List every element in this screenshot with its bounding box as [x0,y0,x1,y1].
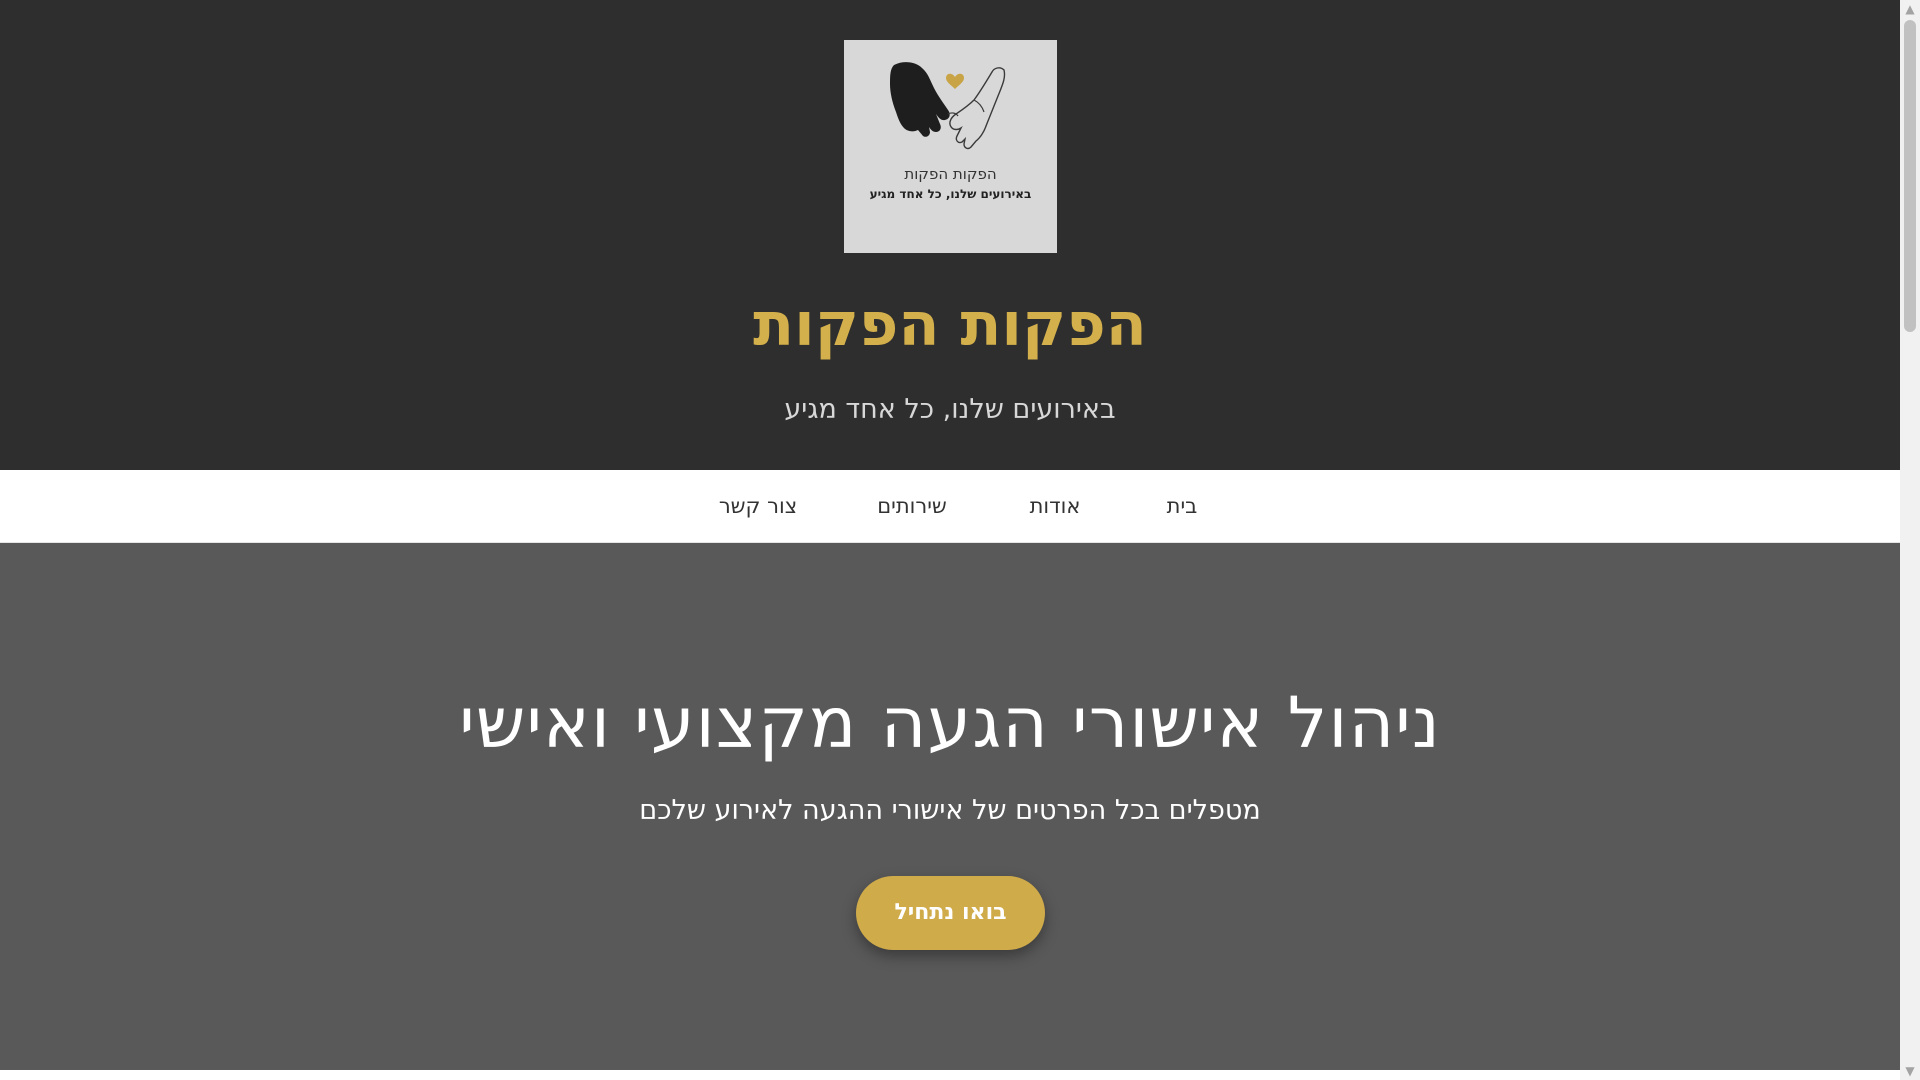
nav-item-about[interactable]: אודות [1015,470,1095,542]
nav-item-home[interactable]: בית [1150,470,1214,542]
triangle-up-icon[interactable]: ▲ [1900,0,1920,18]
hero-subtitle: מטפלים בכל הפרטים של אישורי ההגעה לאירוע… [639,795,1261,826]
holding-hands-heart-logo-icon [890,62,1006,150]
vertical-scrollbar[interactable]: ▲ ▼ [1900,0,1920,1080]
hero-title: ניהול אישורי הגעה מקצועי ואישי [459,682,1441,764]
site-title: הפקות הפקות [753,290,1147,360]
site-tagline: באירועים שלנו, כל אחד מגיע [784,394,1116,425]
nav-item-services[interactable]: שירותים [862,470,962,542]
page-viewport: הפקות הפקות באירועים שלנו, כל אחד מגיע ה… [0,0,1900,1080]
site-header: הפקות הפקות באירועים שלנו, כל אחד מגיע ה… [0,0,1900,470]
hero-section: ניהול אישורי הגעה מקצועי ואישי מטפלים בכ… [0,543,1900,1070]
site-logo[interactable]: הפקות הפקות באירועים שלנו, כל אחד מגיע [844,40,1057,253]
triangle-down-icon[interactable]: ▼ [1900,1062,1920,1080]
logo-title-text: הפקות הפקות [904,165,997,183]
nav-item-contact[interactable]: צור קשר [708,470,808,542]
get-started-button[interactable]: בואו נתחיל [856,876,1045,950]
main-nav: בית אודות שירותים צור קשר [0,470,1900,543]
scrollbar-thumb[interactable] [1904,20,1916,332]
logo-tagline-text: באירועים שלנו, כל אחד מגיע [869,187,1032,201]
